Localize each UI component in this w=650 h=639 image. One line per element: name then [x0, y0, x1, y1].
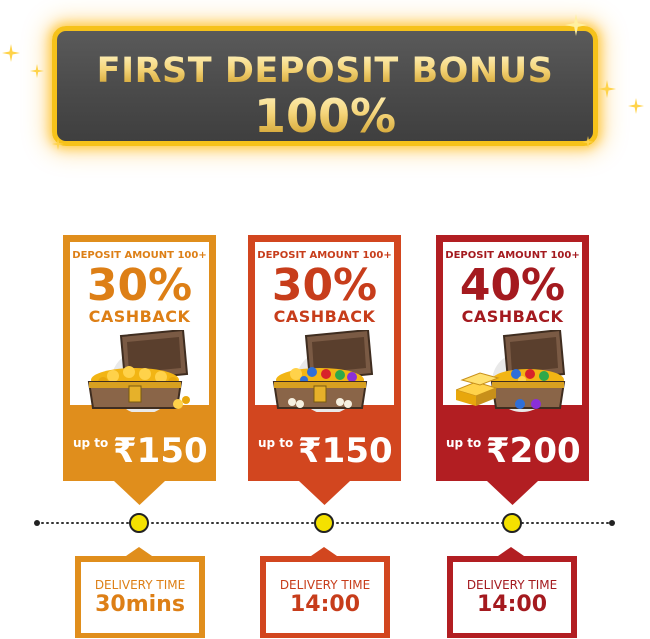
sparkle-icon	[2, 44, 20, 62]
delivery-box-1: DELIVERY TIME 30mins	[74, 546, 206, 639]
treasure-chest-jewels-icon	[272, 330, 374, 412]
delivery-time-value: 14:00	[476, 592, 548, 617]
up-to-label: up to	[446, 436, 482, 450]
sparkle-icon	[30, 64, 44, 78]
cashback-percent: 40%	[459, 260, 566, 311]
cashback-label: CASHBACK	[461, 307, 564, 326]
cashback-percent: 30%	[271, 260, 378, 311]
first-deposit-bonus-banner: FIRST DEPOSIT BONUS 100%	[52, 26, 598, 146]
delivery-box-3: DELIVERY TIME 14:00	[446, 546, 578, 639]
delivery-time-value: 14:00	[289, 592, 361, 617]
cashback-card-3[interactable]: DEPOSIT AMOUNT 100+ 40% CASHBACK up to ₹…	[436, 235, 589, 505]
cashback-card-1[interactable]: DEPOSIT AMOUNT 100+ 30% CASHBACK up to ₹…	[63, 235, 216, 505]
banner-percent: 100%	[57, 89, 593, 143]
treasure-chest-gold-bars-icon	[456, 330, 566, 412]
timeline	[34, 513, 615, 533]
delivery-time-label: DELIVERY TIME	[94, 578, 186, 592]
delivery-time-label: DELIVERY TIME	[279, 578, 371, 592]
cashback-label: CASHBACK	[273, 307, 376, 326]
cashback-label: CASHBACK	[88, 307, 191, 326]
treasure-chest-gold-icon	[87, 330, 190, 412]
up-to-label: up to	[258, 436, 294, 450]
sparkle-icon	[565, 14, 587, 36]
sparkle-icon	[598, 80, 616, 98]
cashback-max-amount: ₹150	[113, 431, 208, 471]
delivery-box-2: DELIVERY TIME 14:00	[259, 546, 391, 639]
cashback-max-amount: ₹200	[486, 431, 581, 471]
delivery-time-value: 30mins	[95, 592, 185, 617]
sparkle-icon	[52, 138, 64, 150]
banner-title: FIRST DEPOSIT BONUS	[57, 51, 593, 91]
cashback-card-2[interactable]: DEPOSIT AMOUNT 100+ 30% CASHBACK up to ₹…	[248, 235, 401, 505]
delivery-time-label: DELIVERY TIME	[466, 578, 558, 592]
sparkle-icon	[582, 136, 594, 148]
cashback-max-amount: ₹150	[298, 431, 393, 471]
up-to-label: up to	[73, 436, 109, 450]
cashback-percent: 30%	[86, 260, 193, 311]
sparkle-icon	[628, 98, 644, 114]
